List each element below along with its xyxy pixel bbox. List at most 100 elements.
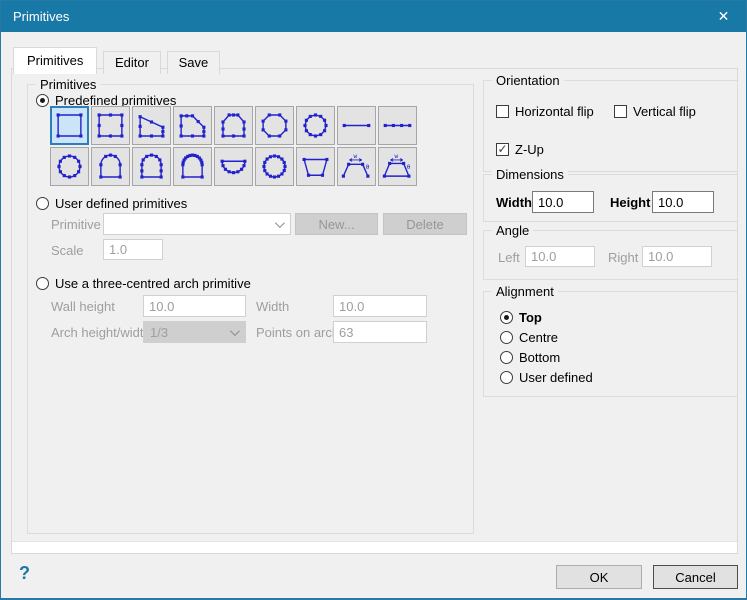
shape-button-chamfered-square[interactable] (173, 106, 212, 145)
radio-icon (500, 371, 513, 384)
primitives-dialog: Primitives ✕ Primitives Editor Save Prim… (0, 0, 747, 600)
alignment-user-defined-label: User defined (519, 370, 593, 385)
circle-points-icon (52, 150, 87, 183)
svg-text:w: w (353, 153, 357, 160)
shape-button-trapezoid[interactable] (296, 147, 335, 186)
window-title: Primitives (13, 9, 69, 24)
radio-icon (500, 311, 513, 324)
angle-left-field (525, 246, 595, 267)
wall-height-label: Wall height (51, 299, 115, 314)
primitives-group: Primitives Predefined primitives (27, 84, 474, 534)
arched-polygon-icon (216, 109, 251, 142)
sloped-quad-icon (134, 109, 169, 142)
wall-height-field (143, 295, 246, 317)
checkbox-icon: ✓ (614, 105, 627, 118)
open-trapezoid-w-theta-icon: w θ (339, 150, 374, 183)
alignment-top-label: Top (519, 310, 542, 325)
delete-button: Delete (383, 213, 467, 235)
horizontal-flip-label: Horizontal flip (515, 104, 594, 119)
help-icon[interactable]: ? (19, 563, 30, 584)
radio-icon (36, 94, 49, 107)
shape-button-arched-polygon[interactable] (214, 106, 253, 145)
dimensions-group: Dimensions Width Height (483, 174, 738, 222)
shape-button-square[interactable] (50, 106, 89, 145)
tab-strip: Primitives Editor Save (13, 47, 222, 74)
horizontal-flip-checkbox[interactable]: ✓ Horizontal flip (496, 103, 594, 119)
svg-text:θ: θ (366, 164, 370, 171)
points-on-arch-label: Points on arch (256, 325, 339, 340)
shape-button-line-2-points[interactable] (337, 106, 376, 145)
alignment-centre-label: Centre (519, 330, 558, 345)
shape-button-circle-12[interactable] (296, 106, 335, 145)
line-4-points-icon (380, 109, 415, 142)
shape-button-octagon[interactable] (255, 106, 294, 145)
checkbox-icon: ✓ (496, 105, 509, 118)
trapezoid-w-theta-icon: w θ (380, 150, 415, 183)
vertical-flip-label: Vertical flip (633, 104, 696, 119)
shape-button-line-4-points[interactable] (378, 106, 417, 145)
alignment-centre-radio[interactable]: Centre (500, 329, 558, 345)
scale-field (103, 239, 163, 260)
shape-button-trapezoid-w-theta[interactable]: w θ (378, 147, 417, 186)
points-on-arch-field (333, 321, 427, 343)
orientation-group-label: Orientation (492, 73, 564, 88)
arch-ratio-value: 1/3 (150, 325, 168, 340)
shape-button-circle-points[interactable] (50, 147, 89, 186)
shape-button-square-with-points[interactable] (91, 106, 130, 145)
alignment-top-radio[interactable]: Top (500, 309, 542, 325)
user-defined-primitives-label: User defined primitives (55, 196, 187, 211)
svg-text:θ: θ (407, 164, 411, 171)
width-label: Width (496, 195, 532, 210)
scale-label: Scale (51, 243, 84, 258)
tab-save[interactable]: Save (167, 51, 221, 74)
shape-button-sloped-quad[interactable] (132, 106, 171, 145)
shape-button-arch-dense[interactable] (173, 147, 212, 186)
shape-button-circle-dense[interactable] (255, 147, 294, 186)
primitive-label: Primitive (51, 217, 101, 232)
ok-button[interactable]: OK (556, 565, 642, 589)
alignment-bottom-radio[interactable]: Bottom (500, 349, 560, 365)
z-up-checkbox[interactable]: ✓ Z-Up (496, 141, 544, 157)
circle-12-points-icon (298, 109, 333, 142)
angle-group: Angle Left Right (483, 230, 738, 280)
close-button[interactable]: ✕ (701, 1, 746, 32)
title-bar: Primitives (1, 1, 746, 32)
orientation-group: Orientation ✓ Horizontal flip ✓ Vertical… (483, 80, 738, 172)
primitives-group-label: Primitives (36, 77, 100, 92)
shape-button-open-trapezoid-w-theta[interactable]: w θ (337, 147, 376, 186)
square-icon (52, 109, 87, 142)
z-up-label: Z-Up (515, 142, 544, 157)
cancel-button[interactable]: Cancel (653, 565, 738, 589)
alignment-user-defined-radio[interactable]: User defined (500, 369, 593, 385)
checkmark-icon: ✓ (497, 143, 507, 155)
trapezoid-icon (298, 150, 333, 183)
shape-button-arch-sparse[interactable] (91, 147, 130, 186)
checkbox-icon: ✓ (496, 143, 509, 156)
three-centred-arch-radio[interactable]: Use a three-centred arch primitive (36, 275, 251, 291)
width-field[interactable] (532, 191, 594, 213)
bowl-icon (216, 150, 251, 183)
alignment-bottom-label: Bottom (519, 350, 560, 365)
chamfered-square-icon (175, 109, 210, 142)
arch-sparse-points-icon (93, 150, 128, 183)
square-with-points-icon (93, 109, 128, 142)
angle-right-label: Right (608, 250, 638, 265)
tab-primitives[interactable]: Primitives (13, 47, 97, 74)
angle-right-field (642, 246, 712, 267)
shape-button-arch-medium[interactable] (132, 147, 171, 186)
octagon-icon (257, 109, 292, 142)
tab-editor[interactable]: Editor (103, 51, 161, 74)
arch-dense-points-icon (175, 150, 210, 183)
radio-icon (36, 197, 49, 210)
height-field[interactable] (652, 191, 714, 213)
close-icon: ✕ (718, 8, 730, 25)
svg-text:w: w (394, 153, 398, 160)
user-defined-primitives-radio[interactable]: User defined primitives (36, 195, 187, 211)
shape-grid: w θ w θ (50, 106, 417, 186)
vertical-flip-checkbox[interactable]: ✓ Vertical flip (614, 103, 696, 119)
dimensions-group-label: Dimensions (492, 167, 568, 182)
alignment-group: Alignment Top Centre Bottom User defined (483, 291, 738, 397)
arch-width-label: Width (256, 299, 289, 314)
shape-button-bowl[interactable] (214, 147, 253, 186)
chevron-down-icon (275, 218, 285, 228)
